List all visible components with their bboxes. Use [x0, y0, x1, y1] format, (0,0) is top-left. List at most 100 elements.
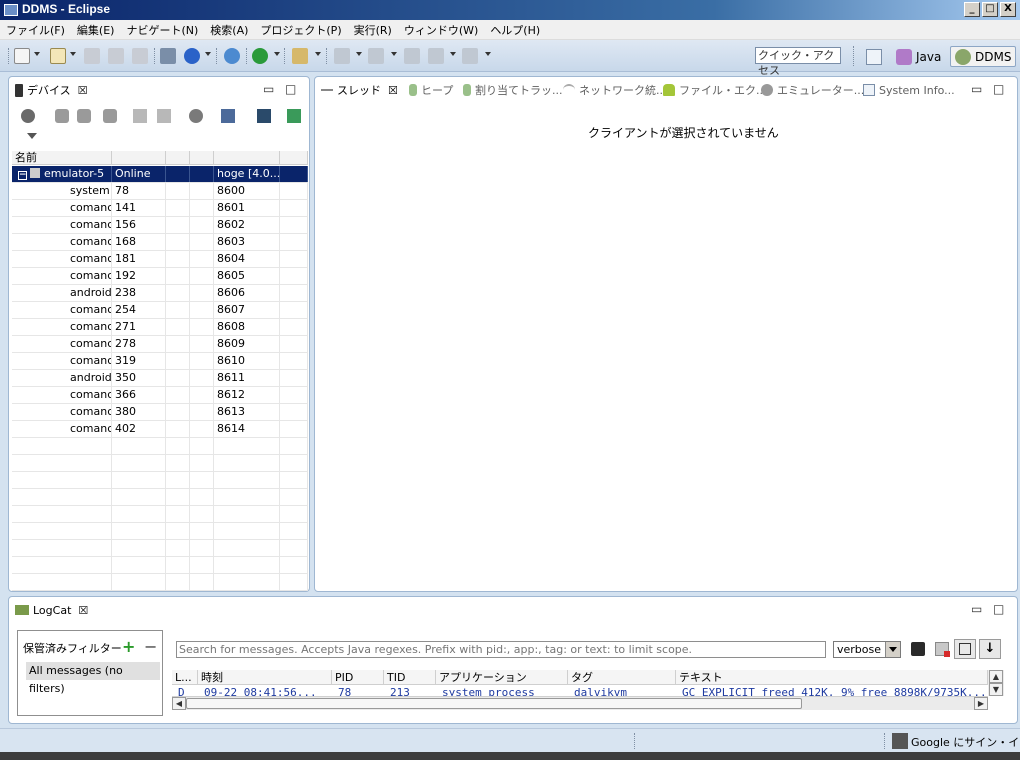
process-row[interactable]: comanc 254 8607	[12, 302, 308, 319]
process-row[interactable]: comanc 278 8609	[12, 336, 308, 353]
log-level-select[interactable]: verbose	[833, 641, 901, 658]
logcat-search-input[interactable]	[176, 641, 826, 658]
start-method-profiling-icon[interactable]	[157, 109, 171, 123]
back-icon[interactable]	[428, 48, 444, 64]
menu-navigate[interactable]: ナビゲート(N)	[126, 22, 198, 38]
chevron-down-icon[interactable]	[391, 52, 397, 56]
cause-gc-icon[interactable]	[103, 109, 117, 123]
tab-file-explorer[interactable]: ファイル・エク...	[659, 80, 771, 100]
add-filter-icon[interactable]: +	[122, 637, 135, 656]
scroll-left-icon[interactable]: ◀	[172, 697, 186, 710]
external-tools-icon[interactable]	[224, 48, 240, 64]
screen-capture-icon[interactable]	[221, 109, 235, 123]
remove-filter-icon[interactable]: −	[144, 637, 157, 656]
process-row[interactable]: android 350 8611	[12, 370, 308, 387]
previous-annotation-icon[interactable]	[368, 48, 384, 64]
stop-process-icon[interactable]	[189, 109, 203, 123]
minimize-icon[interactable]: ▭	[263, 82, 274, 96]
tab-allocation-tracker[interactable]: 割り当てトラッ...	[459, 80, 567, 100]
scroll-right-icon[interactable]: ▶	[974, 697, 988, 710]
process-row[interactable]: android 238 8606	[12, 285, 308, 302]
column-header-status[interactable]	[112, 151, 166, 165]
process-row[interactable]: comanc 141 8601	[12, 200, 308, 217]
menu-search[interactable]: 検索(A)	[210, 22, 248, 38]
chevron-down-icon[interactable]	[34, 52, 40, 56]
process-row[interactable]: comanc 168 8603	[12, 234, 308, 251]
close-icon[interactable]: ☒	[388, 84, 398, 97]
minimize-button[interactable]: _	[964, 2, 980, 17]
save-log-icon[interactable]	[911, 642, 925, 656]
clear-log-icon[interactable]	[935, 642, 950, 657]
chevron-down-icon[interactable]	[450, 52, 456, 56]
open-type-icon[interactable]	[292, 48, 308, 64]
process-row[interactable]: comanc 319 8610	[12, 353, 308, 370]
chevron-down-icon[interactable]	[205, 52, 211, 56]
print-icon[interactable]	[132, 48, 148, 64]
tab-threads[interactable]: スレッド ☒	[317, 80, 402, 100]
scroll-up-icon[interactable]: ▲	[989, 670, 1003, 683]
new-icon[interactable]	[14, 48, 30, 64]
tab-network-statistics[interactable]: ネットワーク統...	[559, 80, 671, 100]
google-signin-link[interactable]: Google にサイン・イン...	[911, 734, 1020, 750]
toggle-filters-icon[interactable]	[954, 639, 976, 659]
collapse-icon[interactable]: −	[18, 171, 27, 180]
new-project-icon[interactable]	[50, 48, 66, 64]
debug-process-icon[interactable]	[21, 109, 35, 123]
next-annotation-icon[interactable]	[334, 48, 350, 64]
save-icon[interactable]	[84, 48, 100, 64]
process-row[interactable]: comanc 156 8602	[12, 217, 308, 234]
tab-logcat[interactable]: LogCat ☒	[11, 600, 92, 620]
chevron-down-icon[interactable]	[70, 52, 76, 56]
column-header-time[interactable]: 時刻	[198, 670, 332, 685]
dump-hprof-icon[interactable]	[77, 109, 91, 123]
column-header-application[interactable]: アプリケーション	[436, 670, 568, 685]
process-row[interactable]: comanc 271 8608	[12, 319, 308, 336]
log-horizontal-scrollbar[interactable]: ◀ ▶	[172, 696, 988, 710]
minimize-icon[interactable]: ▭	[971, 602, 982, 616]
chevron-down-icon[interactable]	[274, 52, 280, 56]
minimize-icon[interactable]: ▭	[971, 82, 982, 96]
chevron-down-icon[interactable]	[315, 52, 321, 56]
column-header-text[interactable]: テキスト	[676, 670, 988, 685]
new-java-class-icon[interactable]	[252, 48, 268, 64]
update-threads-icon[interactable]	[133, 109, 147, 123]
column-header-tag[interactable]: タグ	[568, 670, 676, 685]
column-header-col3[interactable]	[166, 151, 190, 165]
chevron-down-icon[interactable]	[356, 52, 362, 56]
menu-help[interactable]: ヘルプ(H)	[490, 22, 540, 38]
column-header-col6[interactable]	[280, 151, 308, 165]
view-menu-icon[interactable]	[27, 133, 37, 139]
forward-icon[interactable]	[462, 48, 478, 64]
close-icon[interactable]: ☒	[78, 84, 88, 97]
tab-devices[interactable]: デバイス ☒	[11, 80, 92, 100]
column-header-col5[interactable]	[214, 151, 280, 165]
tab-system-info[interactable]: System Info...	[859, 80, 959, 100]
maximize-icon[interactable]: □	[285, 82, 296, 96]
process-row[interactable]: comanc 192 8605	[12, 268, 308, 285]
save-all-icon[interactable]	[108, 48, 124, 64]
close-button[interactable]: X	[1000, 2, 1016, 17]
debug-icon[interactable]	[160, 48, 176, 64]
log-vertical-scrollbar[interactable]: ▲ ▼	[988, 670, 1004, 696]
column-header-pid[interactable]: PID	[332, 670, 384, 685]
perspective-ddms[interactable]: DDMS	[950, 46, 1017, 67]
device-row[interactable]: − emulator-5 Online hoge [4.0...	[12, 166, 308, 183]
update-heap-icon[interactable]	[55, 109, 69, 123]
process-row[interactable]: comanc 181 8604	[12, 251, 308, 268]
column-header-tid[interactable]: TID	[384, 670, 436, 685]
run-icon[interactable]	[184, 48, 200, 64]
process-row[interactable]: comanc 366 8612	[12, 387, 308, 404]
systrace-icon[interactable]	[287, 109, 301, 123]
process-row[interactable]: comanc 380 8613	[12, 404, 308, 421]
menu-project[interactable]: プロジェクト(P)	[260, 22, 341, 38]
close-icon[interactable]: ☒	[78, 604, 88, 617]
maximize-icon[interactable]: □	[993, 82, 1004, 96]
scroll-down-icon[interactable]: ▼	[989, 683, 1003, 696]
column-header-name[interactable]: 名前	[12, 151, 112, 165]
scroll-lock-icon[interactable]: ↓	[979, 639, 1001, 659]
menu-file[interactable]: ファイル(F)	[6, 22, 65, 38]
menu-edit[interactable]: 編集(E)	[77, 22, 115, 38]
maximize-button[interactable]: □	[982, 2, 998, 17]
quick-access-input[interactable]: クイック・アクセス	[755, 47, 841, 77]
process-row[interactable]: system 78 8600	[12, 183, 308, 200]
